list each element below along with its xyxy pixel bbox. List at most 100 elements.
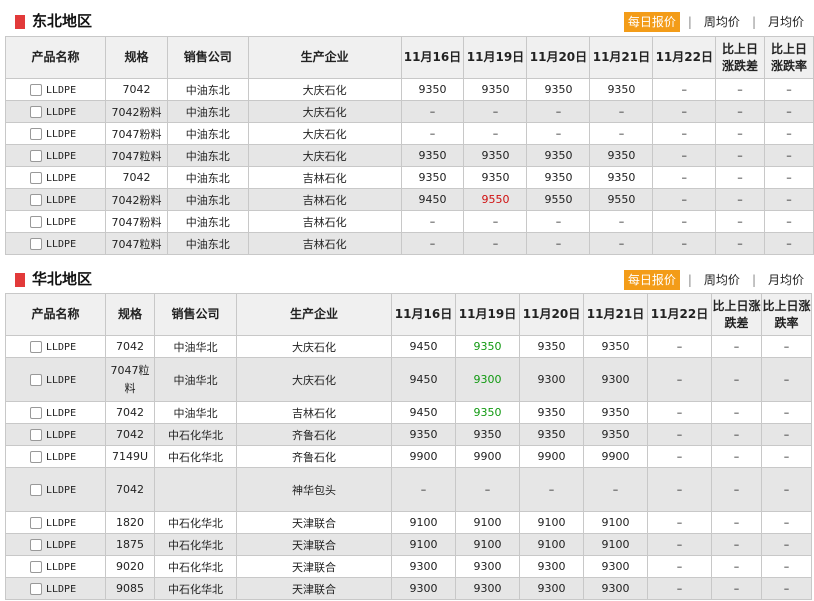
row-checkbox[interactable] xyxy=(30,539,42,551)
price-cell: 9300 xyxy=(583,555,648,578)
price-cell: 9550 xyxy=(589,188,654,211)
row-checkbox[interactable] xyxy=(30,106,42,118)
price-tabs: 每日报价 | 周均价 | 月均价 xyxy=(623,12,808,32)
price-cell: – xyxy=(647,401,712,424)
producer-cell: 齐鲁石化 xyxy=(236,423,392,446)
price-cell: – xyxy=(647,335,712,358)
table-row: LLDPE 7047粉料 中油东北 吉林石化 – – – – – – – xyxy=(4,210,814,233)
producer-cell: 大庆石化 xyxy=(247,78,402,101)
change-rate-cell: – xyxy=(764,210,814,233)
header-date-1: 11月16日 xyxy=(400,36,465,79)
price-cell: 9350 xyxy=(391,423,456,446)
seller-cell: 中油东北 xyxy=(166,232,249,255)
row-checkbox[interactable] xyxy=(30,484,42,496)
header-date-5: 11月22日 xyxy=(647,293,712,336)
price-cell: – xyxy=(652,210,717,233)
product-name: LLDPE xyxy=(46,584,77,595)
tab-daily-price[interactable]: 每日报价 xyxy=(623,12,680,32)
tab-monthly-average[interactable]: 月均价 xyxy=(764,270,808,290)
header-producer: 生产企业 xyxy=(236,293,392,336)
price-cell: 9300 xyxy=(583,577,648,600)
row-checkbox[interactable] xyxy=(30,84,42,96)
seller-cell xyxy=(154,467,237,512)
price-cell: – xyxy=(652,232,717,255)
price-cell: 9300 xyxy=(455,357,520,402)
product-name: LLDPE xyxy=(46,151,77,162)
row-checkbox[interactable] xyxy=(30,374,42,386)
change-diff-cell: – xyxy=(711,555,762,578)
row-checkbox[interactable] xyxy=(30,429,42,441)
change-diff-cell: – xyxy=(711,445,762,468)
price-cell: – xyxy=(526,232,591,255)
table-row: LLDPE 1875 中石化华北 天津联合 9100 9100 9100 9100– – – xyxy=(5,533,812,556)
row-checkbox[interactable] xyxy=(30,216,42,228)
row-checkbox[interactable] xyxy=(30,128,42,140)
product-name: LLDPE xyxy=(46,408,77,419)
price-cell: 9300 xyxy=(519,357,584,402)
product-name-cell: LLDPE xyxy=(5,423,106,446)
price-cell: – xyxy=(463,210,528,233)
change-diff-cell: – xyxy=(715,188,766,211)
price-table: 产品名称 规格 销售公司 生产企业 11月16日 11月19日 11月20日 11月21日 11… xyxy=(5,293,812,600)
row-checkbox[interactable] xyxy=(30,238,42,250)
change-rate-cell: – xyxy=(764,166,814,189)
change-rate-cell: – xyxy=(761,401,812,424)
row-checkbox[interactable] xyxy=(30,517,42,529)
row-checkbox[interactable] xyxy=(30,150,42,162)
price-cell: 9100 xyxy=(455,511,520,534)
product-name: LLDPE xyxy=(46,173,77,184)
producer-cell: 吉林石化 xyxy=(247,188,402,211)
change-diff-cell: – xyxy=(715,232,766,255)
tab-monthly-average[interactable]: 月均价 xyxy=(764,12,808,32)
price-cell: 9300 xyxy=(455,555,520,578)
product-name-cell: LLDPE xyxy=(4,188,107,211)
price-cell: – xyxy=(647,511,712,534)
price-cell: 9450 xyxy=(391,335,456,358)
change-rate-cell: – xyxy=(764,78,814,101)
row-checkbox[interactable] xyxy=(30,583,42,595)
price-cell: 9350 xyxy=(589,78,654,101)
header-date-4: 11月21日 xyxy=(589,36,654,79)
table-row: LLDPE 9085 中石化华北 天津联合 9300 9300 9300 9300– – – xyxy=(5,577,812,600)
table-row: LLDPE 1820 中石化华北 天津联合 9100 9100 9100 9100– – – xyxy=(5,511,812,534)
tab-daily-price[interactable]: 每日报价 xyxy=(623,270,680,290)
product-name: LLDPE xyxy=(46,217,77,228)
tab-weekly-average[interactable]: 周均价 xyxy=(700,270,744,290)
price-cell: 9900 xyxy=(519,445,584,468)
row-checkbox[interactable] xyxy=(30,194,42,206)
product-name-cell: LLDPE xyxy=(4,166,107,189)
price-cell: 9350 xyxy=(400,78,465,101)
producer-cell: 天津联合 xyxy=(236,533,392,556)
producer-cell: 大庆石化 xyxy=(247,100,402,123)
table-row: LLDPE 7047粒料 中油东北 吉林石化 – – – – – – – xyxy=(4,232,814,255)
price-cell: – xyxy=(647,423,712,446)
table-row: LLDPE 7042 中油东北 吉林石化 9350 9350 9350 9350– – – xyxy=(4,166,814,189)
row-checkbox[interactable] xyxy=(30,341,42,353)
header-product-name: 产品名称 xyxy=(4,36,107,79)
change-diff-cell: – xyxy=(711,357,762,402)
row-checkbox[interactable] xyxy=(30,561,42,573)
price-cell: – xyxy=(455,467,520,512)
product-name-cell: LLDPE xyxy=(5,533,106,556)
row-checkbox[interactable] xyxy=(30,451,42,463)
price-cell: – xyxy=(652,166,717,189)
product-name-cell: LLDPE xyxy=(5,401,106,424)
header-change-rate: 比上日涨跌率 xyxy=(761,293,812,336)
product-name-cell: LLDPE xyxy=(4,232,107,255)
price-cell: 9350 xyxy=(455,401,520,424)
row-checkbox[interactable] xyxy=(30,172,42,184)
change-rate-cell: – xyxy=(761,467,812,512)
header-spec: 规格 xyxy=(105,293,155,336)
price-cell: – xyxy=(647,357,712,402)
price-cell: – xyxy=(526,122,591,145)
row-checkbox[interactable] xyxy=(30,407,42,419)
product-name-cell: LLDPE xyxy=(5,467,106,512)
tab-weekly-average[interactable]: 周均价 xyxy=(700,12,744,32)
price-cell: – xyxy=(647,467,712,512)
spec-cell: 7042 xyxy=(105,166,168,189)
price-cell: 9350 xyxy=(400,166,465,189)
seller-cell: 中油东北 xyxy=(166,210,249,233)
producer-cell: 天津联合 xyxy=(236,511,392,534)
producer-cell: 神华包头 xyxy=(236,467,392,512)
price-cell: 9300 xyxy=(391,555,456,578)
